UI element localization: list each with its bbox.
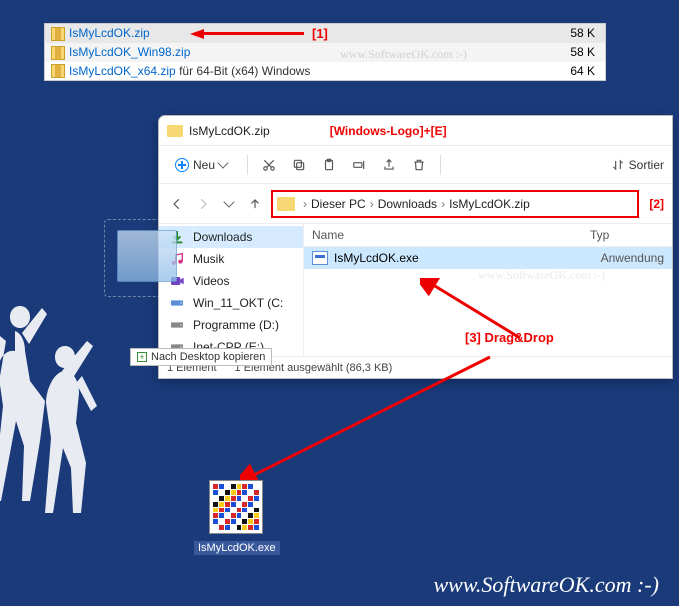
plus-icon: + — [137, 352, 147, 362]
file-row[interactable]: IsMyLcdOK.exe Anwendung — [304, 247, 672, 269]
chevron-right-icon: › — [370, 197, 374, 211]
download-link[interactable]: IsMyLcdOK_x64.zip — [69, 64, 176, 78]
titlebar[interactable]: IsMyLcdOK.zip [Windows-Logo]+[E] — [159, 116, 672, 146]
column-headers[interactable]: Name Typ — [304, 224, 672, 247]
breadcrumb-downloads[interactable]: Downloads — [378, 197, 437, 211]
watermark-large: www.SoftwareOK.com :-) — [434, 572, 660, 598]
copy-icon[interactable] — [290, 156, 308, 174]
arrow-icon — [420, 278, 540, 348]
new-button[interactable]: Neu — [167, 154, 235, 176]
up-button[interactable] — [245, 194, 265, 214]
app-icon — [209, 480, 263, 534]
desktop-icon-label: IsMyLcdOK.exe — [194, 541, 280, 555]
dancers-silhouette — [0, 286, 120, 546]
exe-icon — [312, 251, 328, 265]
plus-icon — [175, 158, 189, 172]
arrow-shaft — [204, 32, 304, 35]
forward-button[interactable] — [193, 194, 213, 214]
file-type: Anwendung — [601, 251, 664, 265]
separator — [440, 155, 441, 175]
address-row: › Dieser PC › Downloads › IsMyLcdOK.zip … — [159, 184, 672, 224]
download-extra: für 64-Bit (x64) Windows — [179, 64, 310, 78]
chevron-down-icon — [223, 196, 234, 207]
sidebar-item-label: Videos — [193, 274, 229, 288]
col-type[interactable]: Typ — [582, 224, 672, 246]
zip-icon — [51, 27, 65, 41]
chevron-right-icon: › — [303, 197, 307, 211]
watermark: www.SoftwareOK.com :-) — [340, 47, 467, 62]
col-name[interactable]: Name — [304, 224, 582, 246]
sort-label: Sortier — [629, 158, 664, 172]
paste-icon[interactable] — [320, 156, 338, 174]
folder-icon — [167, 125, 183, 137]
breadcrumb-pc[interactable]: Dieser PC — [311, 197, 366, 211]
separator — [247, 155, 248, 175]
annotation-2-label: [2] — [649, 197, 664, 211]
chevron-down-icon — [217, 157, 228, 168]
zip-icon — [51, 46, 65, 60]
download-size: 58 K — [532, 24, 605, 43]
annotation-1-label: [1] — [312, 26, 328, 41]
download-size: 64 K — [532, 62, 605, 81]
sidebar-item-label: Win_11_OKT (C: — [193, 296, 283, 310]
arrow-icon — [240, 352, 500, 492]
drive-icon — [169, 295, 185, 311]
sort-button[interactable]: Sortier — [611, 158, 664, 172]
file-name: IsMyLcdOK.exe — [334, 251, 419, 265]
rename-icon[interactable] — [350, 156, 368, 174]
breadcrumb[interactable]: › Dieser PC › Downloads › IsMyLcdOK.zip — [271, 190, 639, 218]
download-size: 58 K — [532, 43, 605, 62]
share-icon[interactable] — [380, 156, 398, 174]
drive-icon — [169, 317, 185, 333]
sidebar-item-label: Downloads — [193, 230, 252, 244]
cut-icon[interactable] — [260, 156, 278, 174]
annotation-1: [1] — [190, 26, 328, 41]
download-link[interactable]: IsMyLcdOK.zip — [69, 26, 150, 40]
folder-icon — [277, 197, 295, 211]
drag-preview — [117, 230, 177, 282]
download-link[interactable]: IsMyLcdOK_Win98.zip — [69, 45, 190, 59]
breadcrumb-zip[interactable]: IsMyLcdOK.zip — [449, 197, 530, 211]
chevron-right-icon: › — [441, 197, 445, 211]
sidebar-item-label: Musik — [193, 252, 224, 266]
delete-icon[interactable] — [410, 156, 428, 174]
back-button[interactable] — [167, 194, 187, 214]
hotkey-annotation: [Windows-Logo]+[E] — [330, 124, 447, 138]
window-title: IsMyLcdOK.zip — [189, 124, 270, 138]
sidebar-item-label: Programme (D:) — [193, 318, 279, 332]
zip-icon — [51, 64, 65, 78]
recent-button[interactable] — [219, 194, 239, 214]
explorer-window: IsMyLcdOK.zip [Windows-Logo]+[E] Neu Sor… — [158, 115, 673, 379]
desktop-icon[interactable]: IsMyLcdOK.exe — [194, 480, 278, 556]
new-label: Neu — [193, 158, 215, 172]
arrow-left-icon — [190, 29, 204, 39]
sidebar-item-drive-d[interactable]: Programme (D:) — [159, 314, 303, 336]
toolbar: Neu Sortier — [159, 146, 672, 184]
